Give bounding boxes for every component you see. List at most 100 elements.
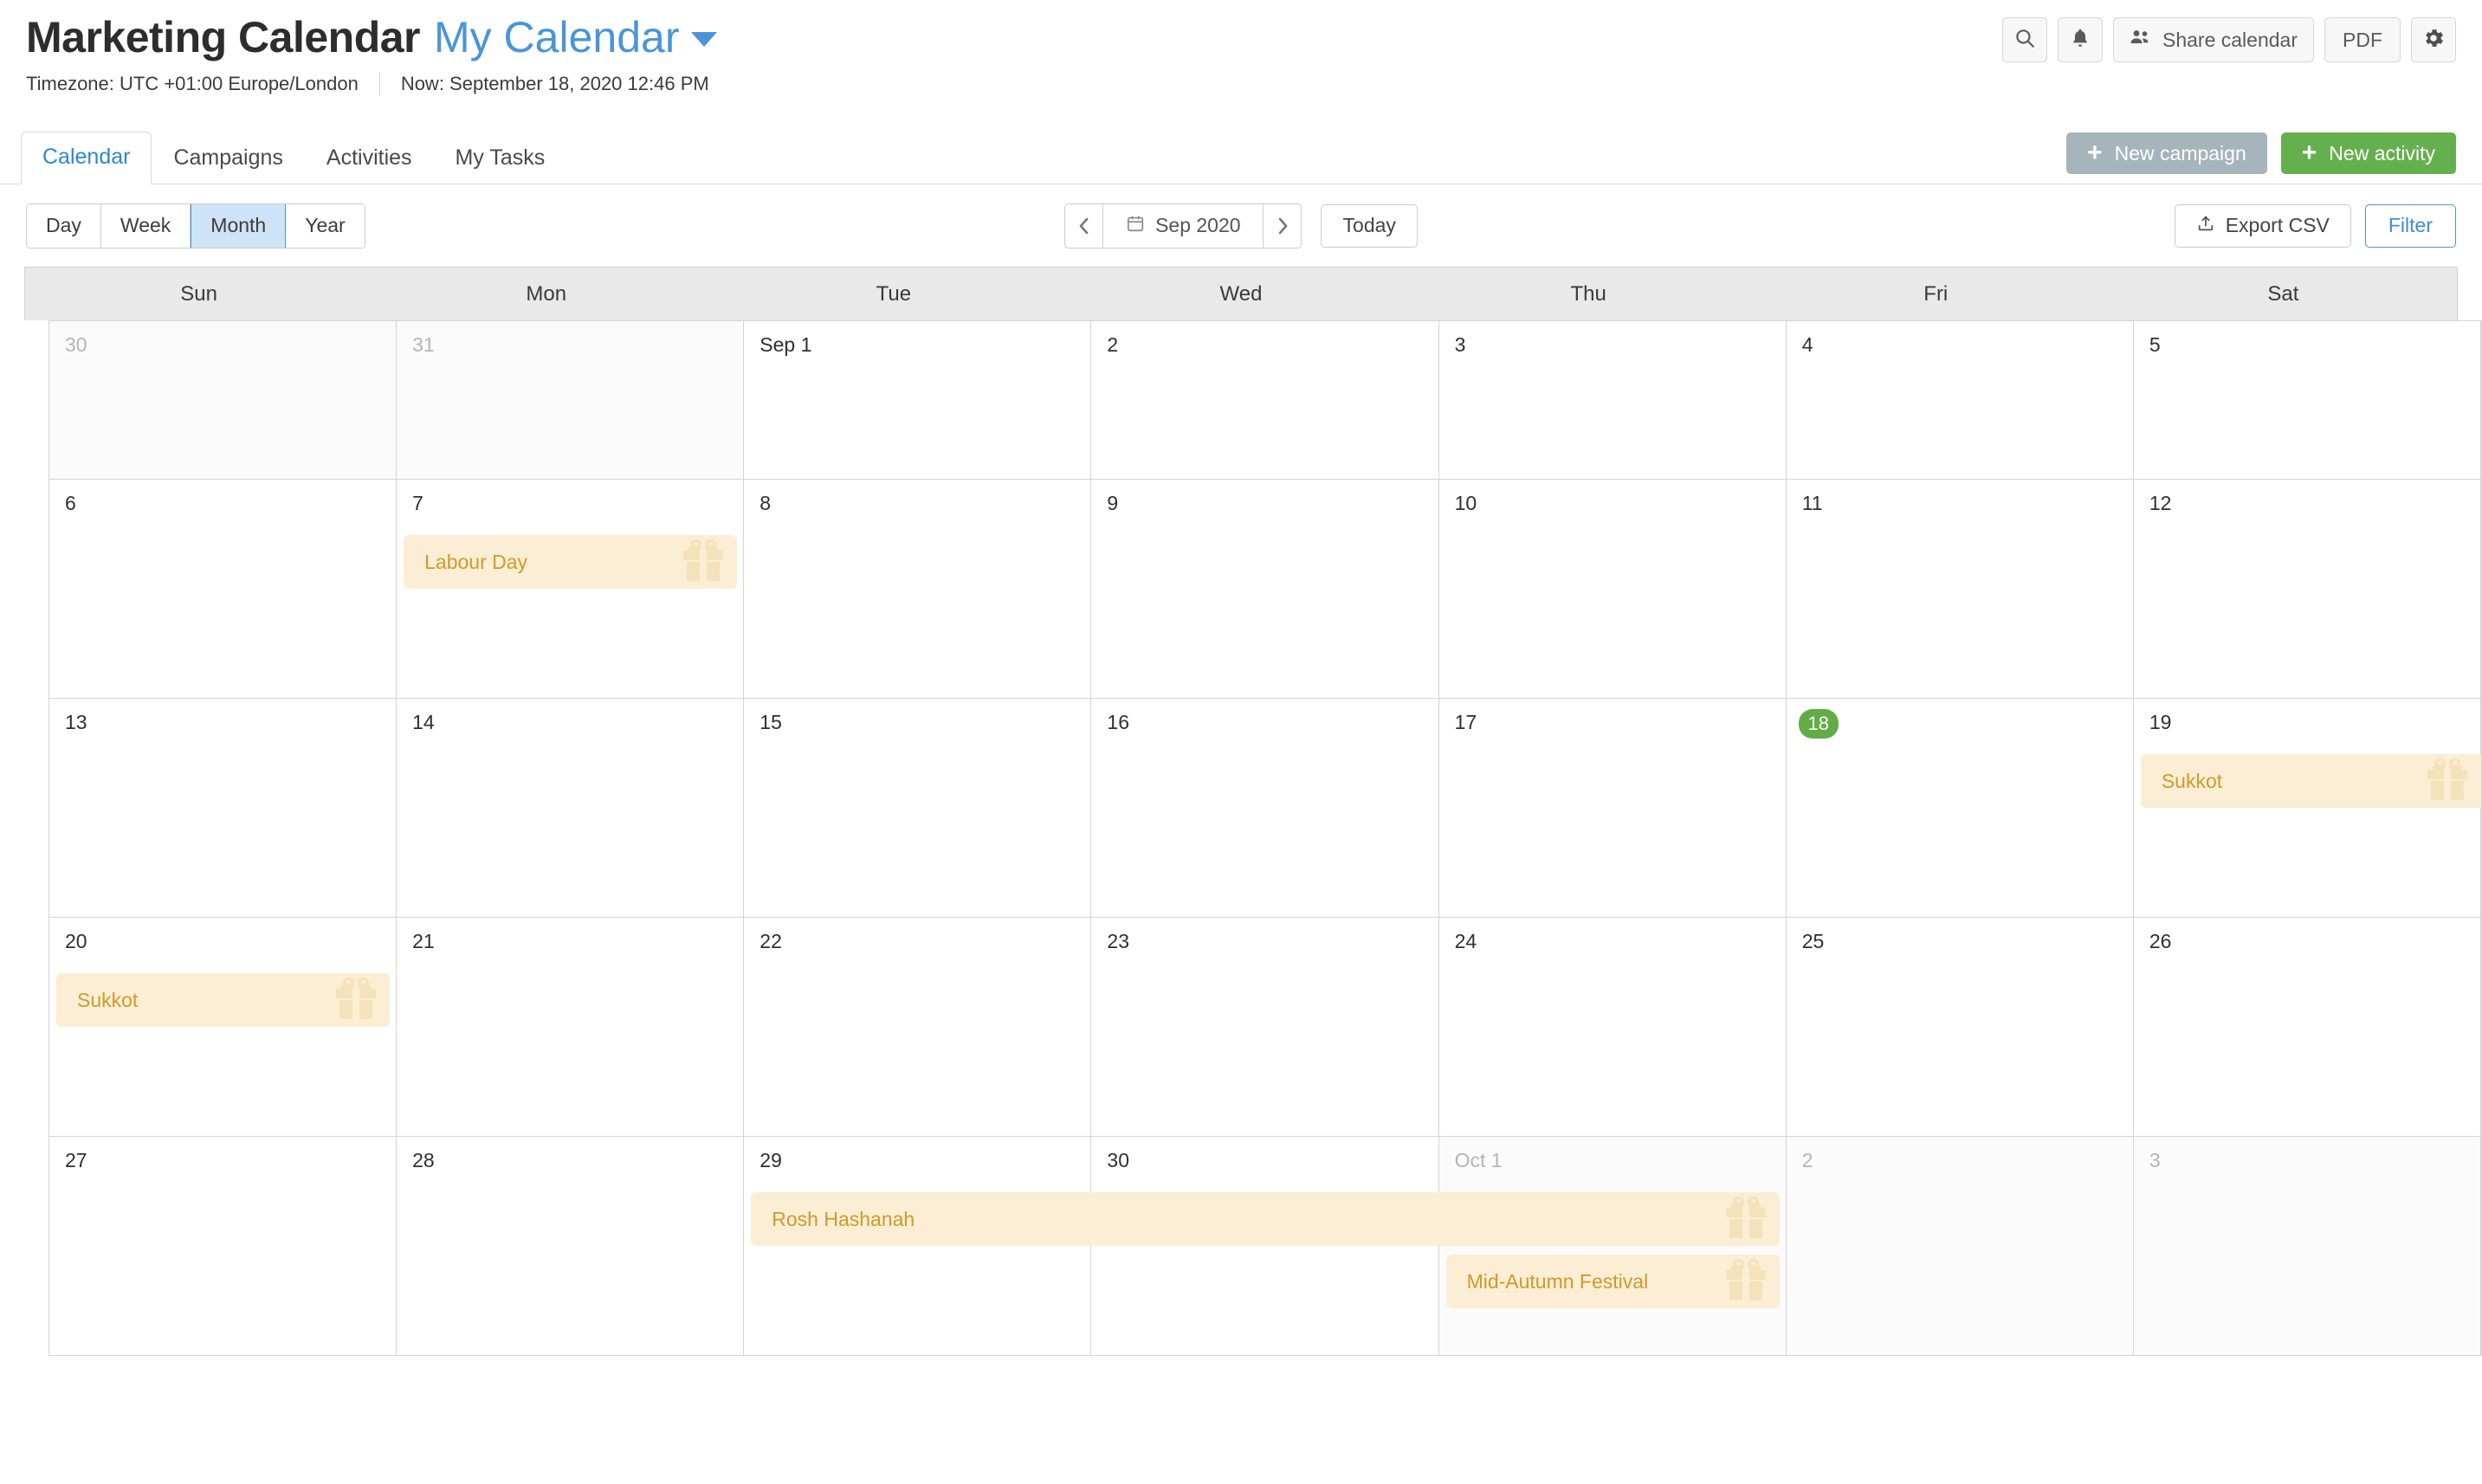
calendar-day-cell[interactable]: 18 [1786, 699, 2134, 917]
calendar-day-cell[interactable]: 10 [1438, 480, 1787, 698]
calendar-day-cell[interactable]: 3 [1438, 321, 1787, 479]
calendar-day-cell[interactable]: 15 [744, 699, 1092, 917]
page-title: Marketing Calendar [26, 13, 421, 61]
calendar-day-cell[interactable]: 17 [1438, 699, 1787, 917]
calendar-event-chip[interactable]: Labour Day [404, 535, 738, 589]
calendar-day-cell[interactable]: 29 [744, 1137, 1092, 1355]
tab-my-tasks[interactable]: My Tasks [434, 132, 567, 184]
page-header: Marketing Calendar My Calendar Timezone:… [0, 0, 2482, 126]
weekday-sun: Sun [180, 281, 217, 306]
new-campaign-button[interactable]: + New campaign [2066, 132, 2267, 174]
day-number: 19 [2149, 711, 2172, 733]
calendar-day-cell[interactable]: 2 [1786, 1137, 2134, 1355]
calendar-day-cell[interactable]: 22 [744, 918, 1092, 1136]
prev-period-button[interactable] [1065, 203, 1104, 248]
next-period-button[interactable] [1263, 203, 1302, 248]
calendar-event-chip[interactable]: Sukkot [56, 973, 391, 1027]
calendar-day-cell[interactable]: 30 [1091, 1137, 1439, 1355]
day-number: 16 [1107, 711, 1130, 733]
calendar-week-row: 30 31 Sep 1 2 3 4 5 [49, 320, 2481, 479]
calendar-day-cell[interactable]: 2 [1091, 321, 1439, 479]
date-navigator: Sep 2020 Today [1064, 203, 1418, 248]
calendar-day-cell[interactable]: 31 [397, 321, 745, 479]
event-title: Labour Day [424, 550, 528, 573]
weekday-thu: Thu [1570, 281, 1606, 306]
calendar-day-cell[interactable]: 25 [1786, 918, 2134, 1136]
calendar-day-cell[interactable]: 7 [397, 480, 745, 698]
calendar-day-cell[interactable]: 6 [49, 480, 398, 698]
export-csv-label: Export CSV [2225, 214, 2330, 236]
tab-activities[interactable]: Activities [305, 132, 434, 184]
share-calendar-button[interactable]: Share calendar [2113, 17, 2314, 62]
day-number: 11 [1801, 492, 1823, 514]
today-button[interactable]: Today [1321, 203, 1418, 248]
chevron-down-icon [691, 32, 718, 47]
pdf-button[interactable]: PDF [2324, 17, 2401, 62]
divider [378, 73, 380, 95]
period-picker[interactable]: Sep 2020 [1103, 204, 1263, 248]
calendar-container: Sun Mon Tue Wed Thu Fri Sat 30 31 Sep 1234… [0, 267, 2482, 1356]
calendar-day-cell[interactable]: 5 [2133, 321, 2481, 479]
calendar-day-cell[interactable]: 23 [1091, 918, 1439, 1136]
day-number: 20 [65, 930, 87, 952]
gear-icon [2421, 26, 2446, 55]
export-csv-button[interactable]: Export CSV [2174, 203, 2351, 248]
filter-button[interactable]: Filter [2364, 203, 2456, 248]
calendar-day-cell[interactable]: 3 [2133, 1137, 2481, 1355]
view-month[interactable]: Month [191, 203, 287, 248]
event-title: Sukkot [77, 988, 139, 1011]
gift-icon [2422, 755, 2472, 807]
day-number: 17 [1454, 711, 1477, 733]
day-number: 29 [759, 1149, 782, 1171]
day-number: 27 [65, 1149, 87, 1171]
calendar-event-chip[interactable]: Rosh Hashanah [751, 1192, 1780, 1246]
day-number: 25 [1801, 930, 1825, 952]
filter-label: Filter [2388, 214, 2433, 236]
day-number: 28 [412, 1149, 435, 1171]
view-week[interactable]: Week [100, 203, 191, 248]
calendar-day-cell[interactable]: 20 [49, 918, 398, 1136]
calendar-event-chip[interactable]: Mid-Autumn Festival [1445, 1255, 1780, 1308]
now-text: Now: September 18, 2020 12:46 PM [400, 73, 709, 94]
calendar-day-cell[interactable]: Sep 1 [744, 321, 1092, 479]
calendar-day-cell[interactable]: 19 [2133, 699, 2481, 917]
calendar-day-cell[interactable]: 27 [49, 1137, 398, 1355]
calendar-day-cell[interactable]: 16 [1091, 699, 1439, 917]
new-campaign-label: New campaign [2114, 141, 2246, 165]
tab-calendar[interactable]: Calendar [21, 132, 152, 184]
settings-button[interactable] [2411, 17, 2456, 62]
bell-icon [2069, 27, 2091, 54]
tab-campaigns[interactable]: Campaigns [152, 132, 304, 184]
date-nav-group: Sep 2020 [1064, 203, 1302, 248]
calendar-day-cell[interactable]: 28 [397, 1137, 745, 1355]
calendar-event-chip[interactable]: Sukkot [2140, 754, 2481, 808]
calendar-day-cell[interactable]: 13 [49, 699, 398, 917]
day-number: 8 [759, 492, 772, 514]
day-number: 31 [412, 333, 435, 356]
calendar-selector-label: My Calendar [434, 13, 680, 61]
calendar-week-row: 27 28 29 30 Oct 1 2 3 Rosh Hashanah Mid-Autumn F… [49, 1136, 2481, 1355]
calendar-day-cell[interactable]: 26 [2133, 918, 2481, 1136]
calendar-day-cell[interactable]: 24 [1438, 918, 1787, 1136]
today-badge: 18 [1798, 709, 1839, 739]
day-number: 24 [1454, 930, 1477, 952]
calendar-day-cell[interactable]: 4 [1786, 321, 2134, 479]
calendar-day-cell[interactable]: 14 [397, 699, 745, 917]
calendar-day-cell[interactable]: Oct 1 [1438, 1137, 1787, 1355]
calendar-selector[interactable]: My Calendar [434, 12, 718, 62]
calendar-day-cell[interactable]: 11 [1786, 480, 2134, 698]
calendar-day-cell[interactable]: 12 [2133, 480, 2481, 698]
view-year[interactable]: Year [286, 203, 365, 248]
search-button[interactable] [2002, 17, 2047, 62]
notifications-button[interactable] [2058, 17, 2103, 62]
calendar-day-cell[interactable]: 8 [744, 480, 1092, 698]
new-activity-button[interactable]: + New activity [2280, 132, 2456, 174]
share-calendar-label: Share calendar [2162, 28, 2298, 51]
calendar-day-cell[interactable]: 21 [397, 918, 745, 1136]
calendar-week-row: 6 7 8 9 10 11 12 Labour Day [49, 479, 2481, 698]
calendar-day-cell[interactable]: 30 [49, 321, 398, 479]
weekday-wed: Wed [1219, 281, 1263, 306]
calendar-day-cell[interactable]: 9 [1091, 480, 1439, 698]
view-day[interactable]: Day [27, 203, 101, 248]
calendar-grid: 30 31 Sep 1 2 3 4 5 6 7 8 9 10 11 12 Labour Day 13 14 15 1… [48, 320, 2482, 1356]
